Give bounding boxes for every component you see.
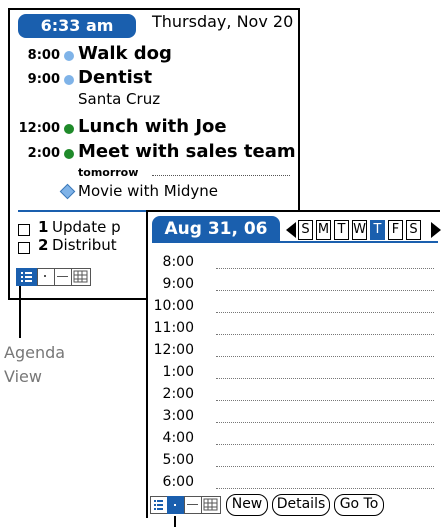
- month-view-button[interactable]: [71, 268, 91, 286]
- tomorrow-label: tomorrow: [78, 166, 139, 179]
- task-checkbox[interactable]: [18, 224, 30, 236]
- agenda-view-button[interactable]: [150, 496, 168, 514]
- week-icon: [57, 276, 68, 277]
- task-checkbox[interactable]: [18, 242, 30, 254]
- time-slot-line[interactable]: [216, 378, 434, 379]
- agenda-date: Thursday, Nov 20: [152, 12, 294, 31]
- agenda-list-icon: [21, 272, 32, 282]
- dot-icon: [64, 75, 74, 85]
- day-view-button[interactable]: [167, 496, 185, 514]
- day-view-button[interactable]: [37, 268, 55, 286]
- time-slot-label: 12:00: [153, 342, 194, 358]
- weekday-tuesday[interactable]: T: [334, 220, 349, 240]
- appointment-title: Dentist: [78, 67, 153, 88]
- time-slot-label: 2:00: [162, 386, 194, 402]
- grid-icon: [73, 270, 88, 283]
- time-slot-line[interactable]: [216, 268, 434, 269]
- dot-icon: [64, 124, 74, 134]
- details-button[interactable]: Details: [272, 494, 330, 516]
- task-priority: 2: [38, 236, 49, 254]
- tomorrow-divider: [152, 175, 290, 176]
- time-slot-label: 4:00: [162, 430, 194, 446]
- weekday-sunday[interactable]: S: [298, 220, 313, 240]
- day-view-date[interactable]: Aug 31, 06: [152, 216, 280, 242]
- time-slot-line[interactable]: [216, 422, 434, 423]
- time-slot-label: 6:00: [162, 474, 194, 490]
- time-slot-label: 11:00: [153, 320, 194, 336]
- time-slot-label: 3:00: [162, 408, 194, 424]
- callout-label-agenda: Agenda: [4, 343, 66, 362]
- time-slot-line[interactable]: [216, 312, 434, 313]
- time-slot-label: 1:00: [162, 364, 194, 380]
- current-time[interactable]: 6:33 am: [18, 14, 136, 38]
- time-slot-line[interactable]: [216, 356, 434, 357]
- weekday-thursday[interactable]: T: [370, 220, 385, 240]
- time-slot-line[interactable]: [216, 488, 434, 489]
- time-slot-line[interactable]: [216, 444, 434, 445]
- new-button[interactable]: New: [226, 494, 268, 516]
- appointment-time: 8:00: [27, 48, 60, 63]
- appointment-title: Lunch with Joe: [78, 116, 227, 137]
- task-text: Distribut: [52, 236, 117, 254]
- appointment-title: Meet with sales team: [78, 141, 296, 162]
- weekday-wednesday[interactable]: W: [352, 220, 367, 240]
- dot-icon: [64, 51, 74, 61]
- day-icon: [174, 504, 176, 506]
- weekday-monday[interactable]: M: [316, 220, 331, 240]
- go-to-button[interactable]: Go To: [334, 494, 384, 516]
- untimed-event[interactable]: Movie with Midyne: [78, 182, 218, 200]
- task-priority: 1: [38, 218, 49, 236]
- header-underline: [152, 241, 438, 243]
- time-slot-line[interactable]: [216, 290, 434, 291]
- callout-line: [19, 286, 21, 338]
- appointment-time: 12:00: [18, 121, 60, 136]
- time-slot-label: 5:00: [162, 452, 194, 468]
- grid-icon: [203, 498, 218, 511]
- time-slot-label: 9:00: [162, 276, 194, 292]
- time-slot-line[interactable]: [216, 466, 434, 467]
- week-icon: [187, 504, 198, 505]
- agenda-list-icon: [154, 500, 163, 510]
- task-text: Update p: [52, 218, 121, 236]
- appointment-time: 2:00: [27, 146, 60, 161]
- appointment-title: Walk dog: [78, 43, 172, 64]
- appointment-location: Santa Cruz: [78, 90, 161, 108]
- time-slot-label: 8:00: [162, 254, 194, 270]
- time-slot-line[interactable]: [216, 334, 434, 335]
- callout-label-view: View: [4, 367, 42, 386]
- weekday-friday[interactable]: F: [388, 220, 403, 240]
- time-slot-label: 10:00: [153, 298, 194, 314]
- agenda-view-button[interactable]: [16, 268, 38, 286]
- dot-icon: [64, 149, 74, 159]
- day-icon: [44, 275, 46, 277]
- week-view-button[interactable]: [54, 268, 72, 286]
- diamond-icon: [59, 183, 76, 200]
- callout-line-day: [174, 516, 176, 527]
- next-week-arrow-icon[interactable]: [431, 222, 441, 238]
- week-view-button[interactable]: [184, 496, 202, 514]
- weekday-saturday[interactable]: S: [406, 220, 421, 240]
- prev-week-arrow-icon[interactable]: [286, 222, 296, 238]
- month-view-button[interactable]: [201, 496, 221, 514]
- time-slot-line[interactable]: [216, 400, 434, 401]
- day-view-screen: Aug 31, 06 S M T W T F S 8:00 9:00 10:00…: [146, 210, 441, 518]
- appointment-time: 9:00: [27, 72, 60, 87]
